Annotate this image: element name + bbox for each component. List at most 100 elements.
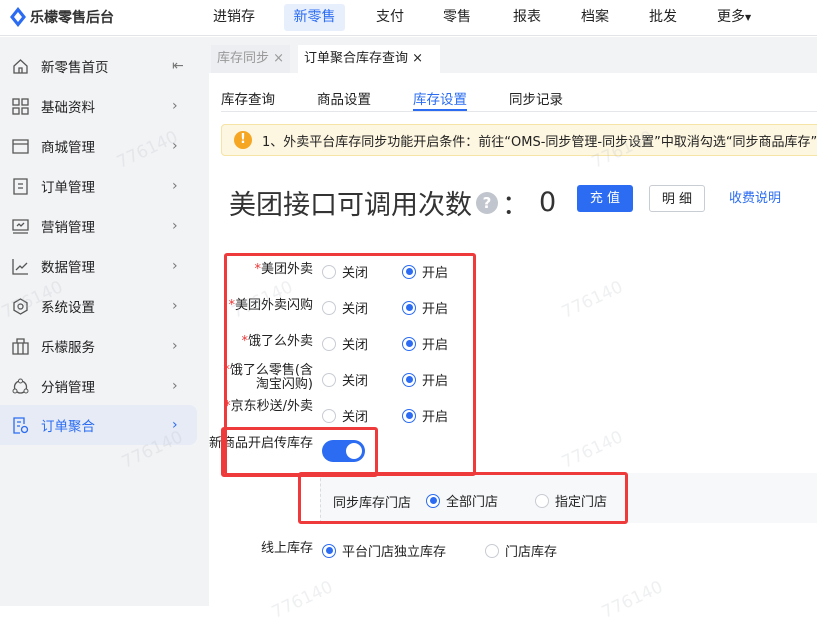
detail-button[interactable]: 明 细: [649, 185, 705, 212]
page-tab-order-stock-query[interactable]: 订单聚合库存查询 ×: [298, 45, 440, 73]
new-product-stock-toggle[interactable]: [322, 440, 365, 462]
platform-option-on[interactable]: 开启: [402, 406, 448, 425]
platform-option-on[interactable]: 开启: [402, 370, 448, 389]
subtab-product-settings[interactable]: 商品设置: [317, 88, 371, 111]
share-icon: [12, 378, 29, 394]
radio-store-stock[interactable]: [485, 543, 499, 558]
platform-option-off[interactable]: 关闭: [322, 262, 368, 281]
option-label: 开启: [422, 410, 449, 425]
nav-zhifu[interactable]: 支付: [368, 4, 412, 31]
radio-on[interactable]: [402, 408, 416, 423]
alert-text: 1、外卖平台库存同步功能开启条件：前往“OMS-同步管理-同步设置”中取消勾选“…: [262, 134, 817, 150]
hexagon-gear-icon: [13, 297, 28, 315]
chevron-right-icon: ›: [172, 138, 178, 154]
sidebar-item-data[interactable]: 数据管理 ›: [0, 246, 197, 286]
sidebar-item-label: 商城管理: [41, 140, 95, 156]
platform-label: *京东秒送/外卖: [224, 400, 313, 414]
sidebar-item-label: 系统设置: [41, 300, 95, 316]
radio-all-stores[interactable]: [426, 493, 440, 508]
sidebar-item-distribution[interactable]: 分销管理 ›: [0, 366, 197, 406]
home-icon: [13, 58, 28, 74]
nav-more-label: 更多: [717, 9, 745, 25]
sync-store-all-option[interactable]: 全部门店: [426, 491, 498, 510]
grid-icon: [12, 97, 29, 115]
radio-off[interactable]: [322, 300, 336, 315]
sidebar-item-label: 分销管理: [41, 380, 95, 396]
subtab-sync-records[interactable]: 同步记录: [509, 88, 563, 111]
sidebar-item-label: 订单聚合: [41, 419, 95, 435]
radio-specified-stores[interactable]: [535, 493, 549, 508]
sidebar-item-mall[interactable]: 商城管理 ›: [0, 126, 197, 166]
sidebar-item-basic[interactable]: 基础资料 ›: [0, 86, 197, 126]
close-icon[interactable]: ×: [412, 51, 423, 66]
order-settings-icon: [13, 416, 29, 434]
option-label: 门店库存: [505, 545, 558, 560]
nav-xinlingshou[interactable]: 新零售: [284, 4, 345, 31]
platform-option-off[interactable]: 关闭: [322, 406, 368, 425]
platform-option-on[interactable]: 开启: [402, 298, 448, 317]
subtab-stock-query[interactable]: 库存查询: [221, 88, 275, 111]
nav-jinxiaocun[interactable]: 进销存: [205, 4, 263, 31]
nav-dangan[interactable]: 档案: [573, 4, 617, 31]
logo[interactable]: 乐檬零售后台: [10, 7, 114, 27]
platform-option-off[interactable]: 关闭: [322, 334, 368, 353]
subtab-stock-settings[interactable]: 库存设置: [413, 88, 467, 111]
nav-baobiao[interactable]: 报表: [505, 4, 549, 31]
platform-label: *饿了么零售(含淘宝闪购): [223, 364, 313, 392]
option-label: 平台门店独立库存: [342, 545, 447, 560]
radio-off[interactable]: [322, 336, 336, 351]
quota-title-text: 美团接口可调用次数: [229, 190, 472, 221]
close-icon[interactable]: ×: [273, 51, 284, 66]
sidebar-item-order-aggregation[interactable]: 订单聚合 ›: [0, 405, 197, 445]
radio-on[interactable]: [402, 372, 416, 387]
sidebar-item-settings[interactable]: 系统设置 ›: [0, 286, 197, 326]
help-icon[interactable]: ?: [476, 191, 498, 214]
sidebar-item-home[interactable]: 新零售首页 ⇤: [0, 46, 197, 86]
sidebar-item-service[interactable]: 乐檬服务 ›: [0, 326, 197, 366]
sync-store-specified-option[interactable]: 指定门店: [535, 491, 607, 510]
radio-off[interactable]: [322, 372, 336, 387]
tab-label: 库存同步: [217, 51, 270, 66]
option-label: 指定门店: [555, 495, 608, 510]
online-stock-label: 线上库存: [260, 541, 313, 556]
platform-option-on[interactable]: 开启: [402, 334, 448, 353]
nav-more[interactable]: 更多▼: [709, 4, 759, 31]
radio-off[interactable]: [322, 264, 336, 279]
radio-on[interactable]: [402, 300, 416, 315]
option-label: 开启: [422, 266, 449, 281]
option-label: 全部门店: [446, 495, 499, 510]
platform-label-text: 饿了么外卖: [247, 334, 313, 349]
sync-store-label: 同步库存门店: [333, 496, 412, 511]
caret-down-icon: ▼: [745, 13, 752, 22]
top-header: 乐檬零售后台 进销存 新零售 支付 零售 报表 档案 批发 更多▼: [0, 0, 817, 36]
recharge-button[interactable]: 充 值: [577, 185, 633, 212]
app-name: 乐檬零售后台: [30, 10, 114, 26]
fee-info-link[interactable]: 收费说明: [729, 185, 781, 212]
radio-on[interactable]: [402, 264, 416, 279]
sidebar-item-orders[interactable]: 订单管理 ›: [0, 166, 197, 206]
page-tab-stock-sync[interactable]: 库存同步 ×: [211, 45, 291, 73]
chevron-right-icon: ›: [172, 378, 178, 394]
radio-on[interactable]: [402, 336, 416, 351]
online-stock-platform-option[interactable]: 平台门店独立库存: [322, 541, 446, 560]
radio-off[interactable]: [322, 408, 336, 423]
chart-icon: [12, 258, 28, 275]
alert-banner: ! 1、外卖平台库存同步功能开启条件：前往“OMS-同步管理-同步设置”中取消勾…: [221, 124, 817, 156]
radio-platform-independent[interactable]: [322, 543, 336, 558]
sidebar-item-label: 数据管理: [41, 260, 95, 276]
store-icon: [12, 138, 29, 154]
option-label: 关闭: [342, 266, 369, 281]
online-stock-store-option[interactable]: 门店库存: [485, 541, 557, 560]
nav-pifa[interactable]: 批发: [641, 4, 685, 31]
platform-option-on[interactable]: 开启: [402, 262, 448, 281]
new-product-toggle-label: 新商品开启传库存: [208, 436, 313, 451]
nav-lingshou[interactable]: 零售: [435, 4, 479, 31]
platform-label: *美团外卖: [254, 263, 313, 277]
sidebar-item-marketing[interactable]: 营销管理 ›: [0, 206, 197, 246]
platform-label-text: 美团外卖: [260, 262, 313, 277]
collapse-sidebar-icon[interactable]: ⇤: [172, 58, 184, 74]
platform-option-off[interactable]: 关闭: [322, 370, 368, 389]
chevron-right-icon: ›: [172, 338, 178, 354]
platform-option-off[interactable]: 关闭: [322, 298, 368, 317]
chevron-right-icon: ›: [172, 298, 178, 314]
